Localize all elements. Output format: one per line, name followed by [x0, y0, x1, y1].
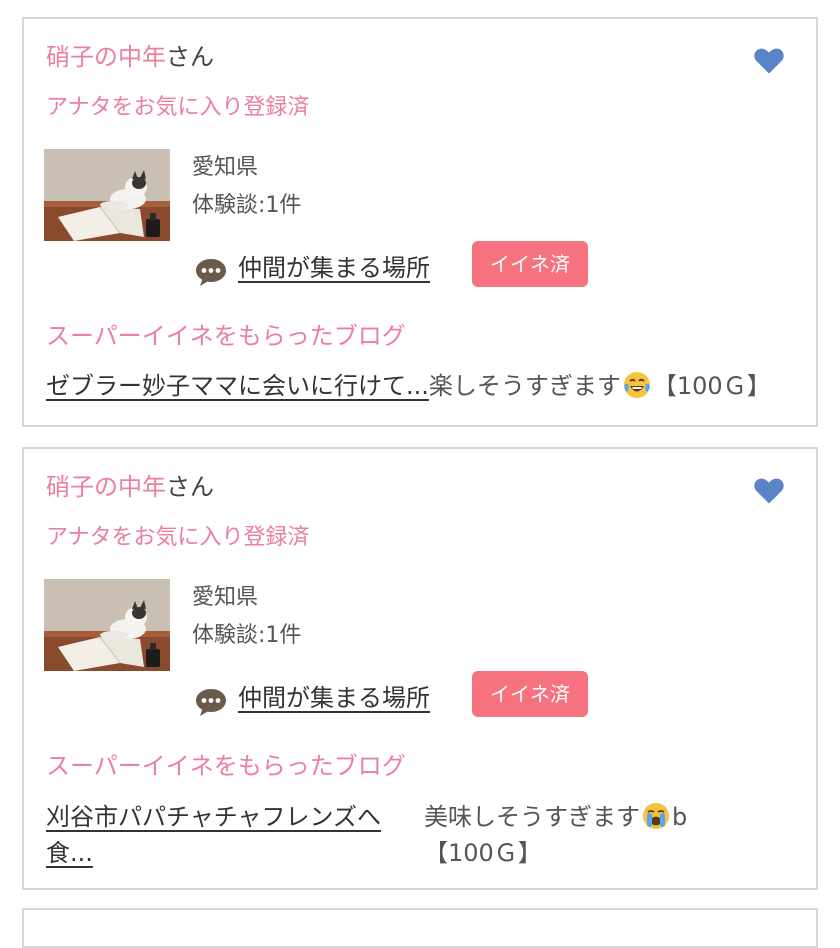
heart-icon[interactable]	[752, 473, 786, 507]
crying-emoji	[643, 803, 669, 829]
blog-comment: 楽しそうすぎます	[428, 372, 621, 400]
favorite-status: アナタをお気に入り登録済	[46, 525, 310, 550]
user-name-line[interactable]: 硝子の中年さん	[46, 471, 214, 503]
user-name-suffix: さん	[166, 473, 214, 501]
iine-done-badge[interactable]: イイネ済	[472, 671, 588, 717]
prefecture: 愛知県	[192, 155, 259, 180]
user-card: 硝子の中年さん アナタをお気に入り登録済 愛知県 体験談:1件 仲間が集まる場所…	[22, 17, 818, 427]
community-place-link[interactable]: 仲間が集まる場所	[238, 681, 430, 715]
user-name[interactable]: 硝子の中年	[46, 43, 166, 71]
user-card	[22, 908, 818, 948]
speech-bubble-icon	[196, 689, 226, 716]
blog-comment-suffix: b	[672, 803, 688, 831]
iine-done-badge[interactable]: イイネ済	[472, 241, 588, 287]
points: 【100Ｇ】	[652, 372, 771, 400]
super-iine-blog-heading: スーパーイイネをもらったブログ	[46, 752, 406, 780]
speech-bubble-icon	[196, 259, 226, 286]
blog-comment: 美味しそうすぎます	[424, 803, 640, 831]
prefecture: 愛知県	[192, 585, 259, 610]
blog-row: ゼブラー妙子ママに会いに行けて...楽しそうすぎます 【100Ｇ】	[46, 369, 771, 403]
points: 【100Ｇ】	[424, 839, 542, 867]
experience-count: 体験談:1件	[192, 193, 302, 218]
blog-title-link[interactable]: ゼブラー妙子ママに会いに行けて...	[46, 372, 429, 400]
blog-title-link[interactable]: 刈谷市パパチャチャフレンズへ食...	[46, 799, 406, 871]
user-avatar-photo[interactable]	[44, 579, 170, 671]
user-name-line[interactable]: 硝子の中年さん	[46, 41, 214, 73]
favorite-status: アナタをお気に入り登録済	[46, 95, 310, 120]
user-name[interactable]: 硝子の中年	[46, 473, 166, 501]
experience-count: 体験談:1件	[192, 623, 302, 648]
user-avatar-photo[interactable]	[44, 149, 170, 241]
tears-of-joy-emoji	[623, 372, 650, 398]
heart-icon[interactable]	[752, 43, 786, 77]
user-name-suffix: さん	[166, 43, 214, 71]
user-card: 硝子の中年さん アナタをお気に入り登録済 愛知県 体験談:1件 仲間が集まる場所…	[22, 447, 818, 890]
community-place-link[interactable]: 仲間が集まる場所	[238, 251, 430, 285]
blog-comment-block: 美味しそうすぎます b 【100Ｇ】	[424, 799, 794, 871]
super-iine-blog-heading: スーパーイイネをもらったブログ	[46, 322, 406, 350]
